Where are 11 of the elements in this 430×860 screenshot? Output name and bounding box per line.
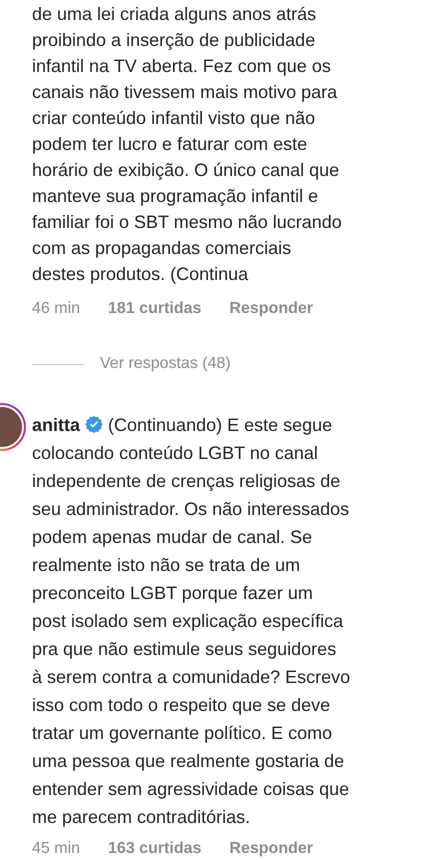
comment-text: colocando conteúdo LGBT no canal independente de crenças religiosas de seu administrador. Os não interessados podem apenas mudar de canal. Se realmente isto não se trata de um preconceito LGBT porque fazer um post isolado sem explicação específica pra que não estimule seus seguidores à serem contra a comunidade? Escrevo isso com todo o respeito que se deve tratar um governante político. E como uma pessoa que realmente gostaria de entender sem agressividade coisas que me parecem contraditórias.: [32, 442, 352, 829]
likes-count-button[interactable]: 163 curtidas: [108, 837, 202, 860]
comment-text: (Continuando) E este segue: [108, 415, 332, 435]
view-replies-button[interactable]: Ver respostas (48): [100, 352, 231, 376]
username-link[interactable]: anitta: [32, 415, 80, 435]
comment-text: de uma lei criada alguns anos atrás proibindo a inserção de publicidade infantil na TV aberta. Fez com que os canais não tivessem mais motivo para criar conteúdo infantil visto que não podem ter lucro e faturar com este horário de exibição. O único canal que manteve sua programação infantil e familiar foi o SBT mesmo não lucrando com as propagandas comerciais destes produtos. (Continua: [32, 3, 343, 286]
likes-count-button[interactable]: 181 curtidas: [108, 297, 202, 321]
reply-button[interactable]: Responder: [229, 297, 313, 321]
reply-button[interactable]: Responder: [229, 837, 313, 860]
comment-time: 46 min: [32, 299, 80, 319]
comment-time: 45 min: [32, 839, 80, 859]
